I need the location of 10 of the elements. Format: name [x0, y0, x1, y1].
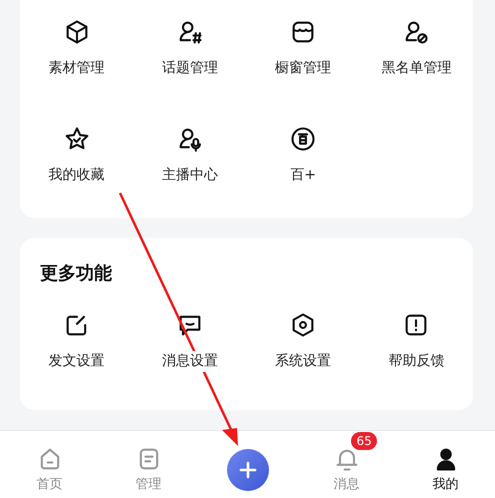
tab[interactable]: 我的	[396, 431, 495, 498]
tab[interactable]: 首页	[0, 431, 99, 498]
plus-icon	[238, 461, 256, 480]
section-title: 更多功能	[39, 262, 113, 286]
add-button[interactable]	[226, 448, 268, 490]
tab[interactable]: 管理	[99, 431, 198, 498]
circle-logo-icon	[289, 125, 318, 153]
menu-item[interactable]: 消息设置	[162, 351, 218, 372]
tab[interactable]: 消息 65	[297, 431, 396, 498]
notification-badge: 65	[351, 432, 377, 450]
